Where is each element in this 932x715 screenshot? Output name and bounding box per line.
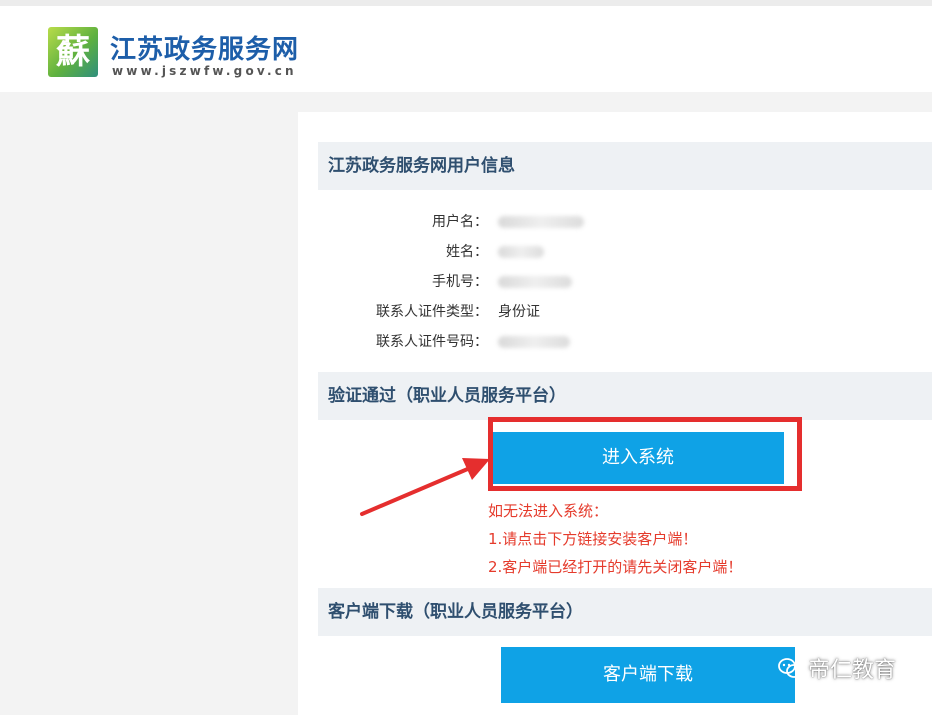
wechat-icon [778, 657, 802, 679]
watermark-text: 帝仁教育 [808, 658, 897, 683]
watermark: 帝仁教育 [778, 652, 896, 684]
annotation-arrow-icon [360, 458, 490, 516]
